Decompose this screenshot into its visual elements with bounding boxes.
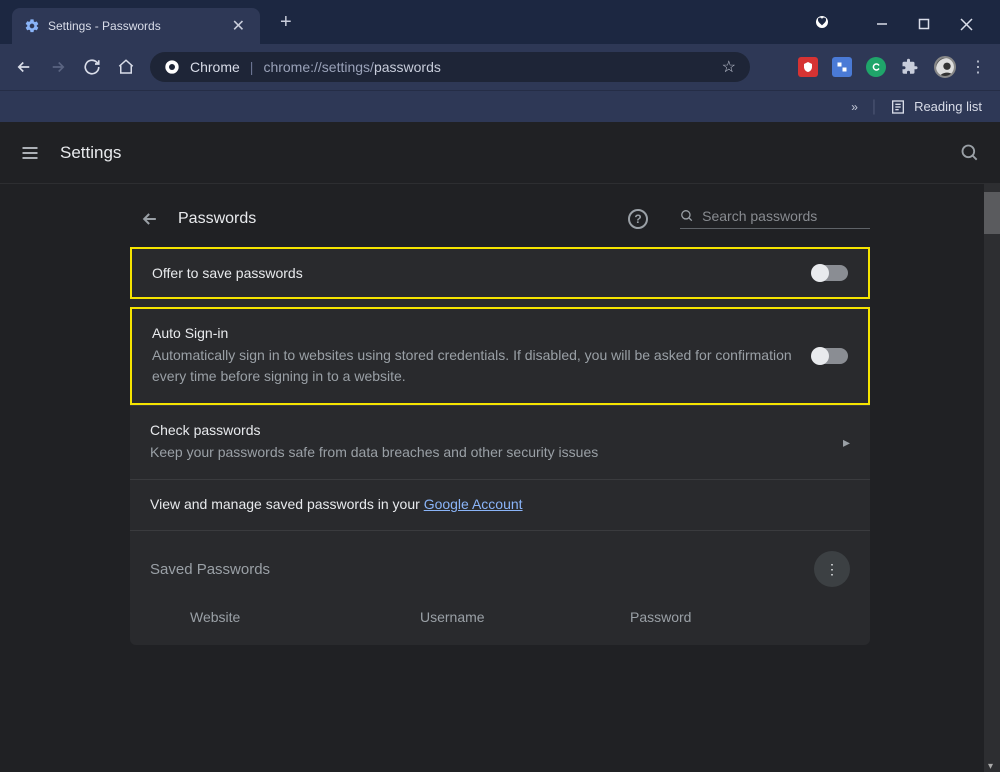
help-icon[interactable]: ? <box>628 209 648 229</box>
reading-list-button[interactable]: Reading list <box>890 99 982 115</box>
column-password: Password <box>630 609 691 625</box>
auto-signin-sub: Automatically sign in to websites using … <box>152 345 812 387</box>
page-title: Passwords <box>178 210 256 228</box>
search-passwords-input[interactable] <box>702 208 870 224</box>
close-icon[interactable]: ✕ <box>229 16 248 36</box>
offer-save-passwords-row: Offer to save passwords <box>130 247 870 299</box>
settings-title: Settings <box>60 143 121 163</box>
saved-passwords-columns: Website Username Password <box>150 587 850 635</box>
page-header: Passwords ? <box>130 194 870 247</box>
new-tab-button[interactable]: + <box>280 11 292 34</box>
omnibox-scheme: Chrome <box>190 59 240 75</box>
search-passwords[interactable] <box>680 208 870 229</box>
more-actions-button[interactable]: ⋮ <box>814 551 850 587</box>
google-account-row: View and manage saved passwords in your … <box>130 479 870 530</box>
extensions-button[interactable] <box>900 57 920 77</box>
search-icon <box>680 208 694 224</box>
back-arrow-icon[interactable] <box>140 209 160 229</box>
passwords-page: Passwords ? Offer to save passwords Auto… <box>130 194 870 772</box>
back-button[interactable] <box>14 57 34 77</box>
manage-prefix: View and manage saved passwords in your <box>150 496 424 512</box>
omnibox-url: chrome://settings/passwords <box>263 59 440 75</box>
auto-signin-title: Auto Sign-in <box>152 325 812 341</box>
extension-icons: ⋮ <box>798 56 986 78</box>
address-bar[interactable]: Chrome | chrome://settings/passwords ☆ <box>150 52 750 82</box>
gear-icon <box>24 18 40 34</box>
column-website: Website <box>190 609 420 625</box>
settings-header: Settings <box>0 122 1000 184</box>
offer-save-title: Offer to save passwords <box>152 265 812 281</box>
profile-avatar[interactable] <box>934 56 956 78</box>
check-passwords-title: Check passwords <box>150 422 843 438</box>
chrome-menu-button[interactable]: ⋮ <box>970 57 986 77</box>
scrollbar-thumb[interactable] <box>984 192 1000 234</box>
google-account-link[interactable]: Google Account <box>424 496 523 512</box>
browser-tab[interactable]: Settings - Passwords ✕ <box>12 8 260 44</box>
menu-icon[interactable] <box>20 143 40 163</box>
extension-grammarly-icon[interactable] <box>866 57 886 77</box>
auto-signin-row: Auto Sign-in Automatically sign in to we… <box>130 307 870 405</box>
scrollbar-down-icon[interactable]: ▾ <box>988 761 998 772</box>
bookmarks-bar: » | Reading list <box>0 90 1000 122</box>
extension-translate-icon[interactable] <box>832 57 852 77</box>
column-username: Username <box>420 609 630 625</box>
toolbar: Chrome | chrome://settings/passwords ☆ ⋮ <box>0 44 1000 90</box>
scrollbar[interactable]: ▾ <box>984 184 1000 772</box>
chrome-icon <box>164 59 180 75</box>
settings-search-icon[interactable] <box>960 143 980 163</box>
saved-passwords-heading: Saved Passwords <box>150 561 270 578</box>
heart-icon[interactable] <box>814 14 830 30</box>
saved-passwords-section: Saved Passwords ⋮ Website Username Passw… <box>130 530 870 645</box>
check-passwords-row[interactable]: Check passwords Keep your passwords safe… <box>130 405 870 479</box>
titlebar: Settings - Passwords ✕ + <box>0 0 1000 44</box>
omnibox-separator: | <box>250 59 254 75</box>
settings-card: Offer to save passwords Auto Sign-in Aut… <box>130 247 870 645</box>
bookmarks-overflow-icon[interactable]: » <box>851 100 858 114</box>
check-passwords-sub: Keep your passwords safe from data breac… <box>150 442 843 463</box>
forward-button[interactable] <box>48 57 68 77</box>
bookmarks-separator: | <box>872 98 876 116</box>
window-controls <box>872 0 992 34</box>
reload-button[interactable] <box>82 57 102 77</box>
bookmark-star-icon[interactable]: ☆ <box>722 57 736 77</box>
offer-save-toggle[interactable] <box>812 265 848 281</box>
content-area: Passwords ? Offer to save passwords Auto… <box>0 184 1000 772</box>
auto-signin-toggle[interactable] <box>812 348 848 364</box>
extension-adblock-icon[interactable] <box>798 57 818 77</box>
close-window-button[interactable] <box>956 14 976 34</box>
tab-title: Settings - Passwords <box>48 19 221 33</box>
chevron-right-icon: ▸ <box>843 434 850 451</box>
minimize-button[interactable] <box>872 14 892 34</box>
maximize-button[interactable] <box>914 14 934 34</box>
home-button[interactable] <box>116 57 136 77</box>
